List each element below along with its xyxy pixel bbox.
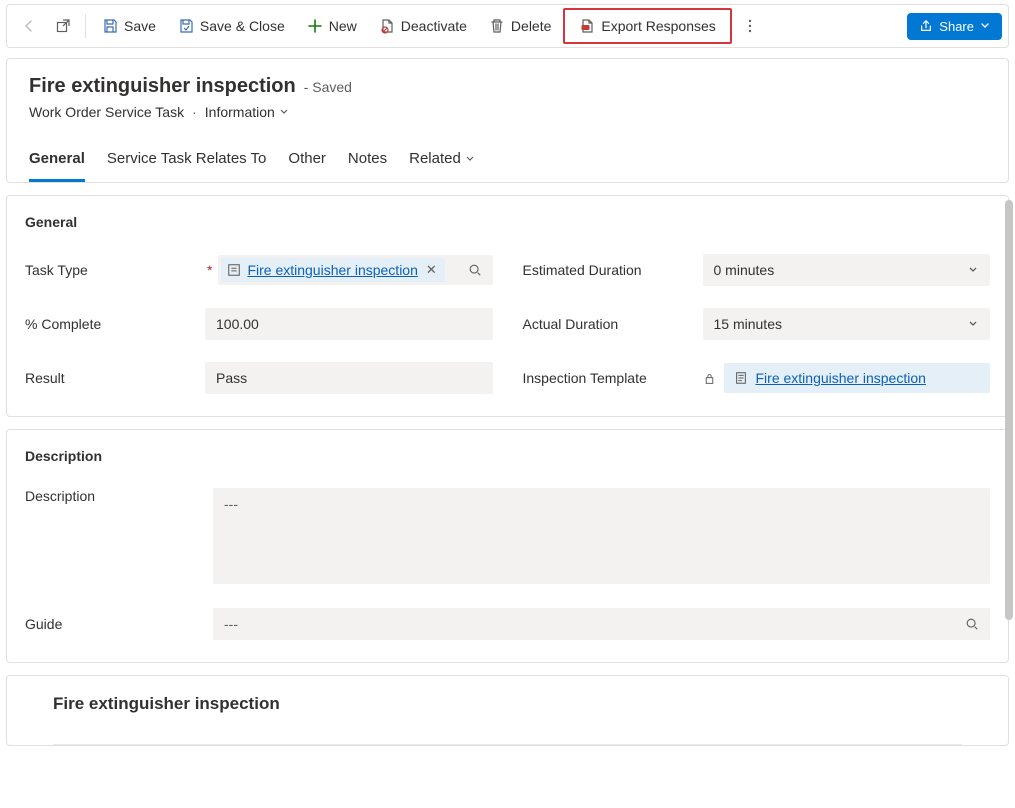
- deactivate-icon: [379, 18, 395, 34]
- plus-icon: [307, 18, 323, 34]
- page-title: Fire extinguisher inspection: [29, 75, 296, 98]
- result-input[interactable]: Pass: [205, 362, 493, 394]
- field-inspection-template: Inspection Template Fire extinguisher in…: [523, 362, 991, 394]
- actual-duration-value: 15 minutes: [714, 316, 782, 332]
- entity-name: Work Order Service Task: [29, 104, 184, 120]
- field-percent-complete: % Complete 100.00: [25, 308, 493, 340]
- section-title-description: Description: [25, 448, 990, 464]
- separator-dot: ·: [192, 104, 197, 120]
- chevron-down-icon: [967, 264, 979, 276]
- save-label: Save: [124, 18, 156, 34]
- popout-icon: [55, 18, 71, 34]
- save-close-label: Save & Close: [200, 18, 285, 34]
- inspection-template-lookup[interactable]: Fire extinguisher inspection: [724, 363, 991, 393]
- field-guide: Guide ---: [25, 608, 990, 640]
- required-indicator: *: [207, 262, 212, 278]
- task-type-lookup[interactable]: Fire extinguisher inspection ✕: [218, 255, 492, 285]
- label-description: Description: [25, 488, 195, 504]
- form-name: Information: [205, 104, 275, 120]
- lock-icon: [703, 372, 716, 385]
- export-responses-label: Export Responses: [601, 18, 715, 34]
- estimated-duration-select[interactable]: 0 minutes: [703, 254, 991, 286]
- section-title-general: General: [25, 214, 990, 230]
- label-task-type: Task Type: [25, 262, 195, 278]
- field-description: Description ---: [25, 488, 990, 584]
- tab-notes[interactable]: Notes: [348, 142, 387, 182]
- divider: [53, 744, 962, 745]
- tab-related[interactable]: Related: [409, 142, 475, 182]
- trash-icon: [489, 18, 505, 34]
- export-responses-highlight: Export Responses: [563, 8, 731, 44]
- label-actual-duration: Actual Duration: [523, 316, 693, 332]
- chevron-down-icon: [980, 21, 990, 31]
- task-type-link[interactable]: Fire extinguisher inspection: [247, 262, 417, 278]
- export-responses-button[interactable]: Export Responses: [569, 12, 725, 40]
- save-icon: [102, 18, 118, 34]
- save-close-button[interactable]: Save & Close: [168, 12, 295, 40]
- chevron-down-icon: [279, 107, 289, 117]
- back-button[interactable]: [13, 12, 45, 40]
- chevron-down-icon: [967, 318, 979, 330]
- new-label: New: [329, 18, 357, 34]
- new-button[interactable]: New: [297, 12, 367, 40]
- overflow-button[interactable]: [734, 12, 766, 40]
- section-general: General Task Type * Fire extinguisher in…: [6, 195, 1009, 417]
- open-new-window-button[interactable]: [47, 12, 79, 40]
- chevron-down-icon: [465, 154, 475, 164]
- field-actual-duration: Actual Duration 15 minutes: [523, 308, 991, 340]
- inspection-template-link[interactable]: Fire extinguisher inspection: [756, 370, 926, 386]
- label-estimated-duration: Estimated Duration: [523, 262, 693, 278]
- task-type-icon: [227, 263, 241, 277]
- deactivate-button[interactable]: Deactivate: [369, 12, 477, 40]
- section-description: Description Description --- Guide ---: [6, 429, 1009, 663]
- back-arrow-icon: [21, 18, 37, 34]
- tab-general[interactable]: General: [29, 142, 85, 182]
- save-button[interactable]: Save: [92, 12, 166, 40]
- label-inspection-template: Inspection Template: [523, 370, 693, 386]
- guide-lookup[interactable]: ---: [213, 608, 990, 640]
- save-close-icon: [178, 18, 194, 34]
- label-percent-complete: % Complete: [25, 316, 195, 332]
- result-value: Pass: [216, 370, 247, 386]
- field-estimated-duration: Estimated Duration 0 minutes: [523, 254, 991, 286]
- task-type-pill: Fire extinguisher inspection ✕: [221, 258, 444, 282]
- pdf-icon: [579, 18, 595, 34]
- separator: [85, 14, 86, 38]
- record-header: Fire extinguisher inspection - Saved Wor…: [6, 58, 1009, 183]
- share-button[interactable]: Share: [907, 13, 1002, 40]
- template-icon: [734, 371, 748, 385]
- share-label: Share: [939, 19, 974, 34]
- command-bar: Save Save & Close New Deactivate Delete …: [6, 4, 1009, 48]
- search-icon: [965, 617, 979, 631]
- field-result: Result Pass: [25, 362, 493, 394]
- actual-duration-select[interactable]: 15 minutes: [703, 308, 991, 340]
- scrollbar-thumb[interactable]: [1005, 200, 1013, 620]
- clear-task-type-icon[interactable]: ✕: [424, 262, 439, 278]
- section-inspection: Fire extinguisher inspection: [6, 675, 1009, 746]
- label-result: Result: [25, 370, 195, 386]
- percent-complete-value: 100.00: [216, 316, 259, 332]
- delete-button[interactable]: Delete: [479, 12, 561, 40]
- delete-label: Delete: [511, 18, 551, 34]
- tab-service-task-relates-to[interactable]: Service Task Relates To: [107, 142, 267, 182]
- form-tabs: General Service Task Relates To Other No…: [29, 142, 986, 182]
- deactivate-label: Deactivate: [401, 18, 467, 34]
- tab-other[interactable]: Other: [288, 142, 326, 182]
- percent-complete-input[interactable]: 100.00: [205, 308, 493, 340]
- save-state: - Saved: [304, 79, 352, 95]
- scrollbar[interactable]: [1005, 200, 1015, 620]
- search-icon[interactable]: [460, 259, 490, 281]
- more-vertical-icon: [742, 18, 758, 34]
- section-title-inspection: Fire extinguisher inspection: [25, 694, 990, 714]
- description-value: ---: [224, 496, 238, 512]
- share-icon: [919, 19, 933, 33]
- label-guide: Guide: [25, 616, 195, 632]
- form-selector[interactable]: Information: [205, 104, 289, 120]
- field-task-type: Task Type * Fire extinguisher inspection…: [25, 254, 493, 286]
- description-textarea[interactable]: ---: [213, 488, 990, 584]
- estimated-duration-value: 0 minutes: [714, 262, 775, 278]
- guide-value: ---: [224, 616, 238, 632]
